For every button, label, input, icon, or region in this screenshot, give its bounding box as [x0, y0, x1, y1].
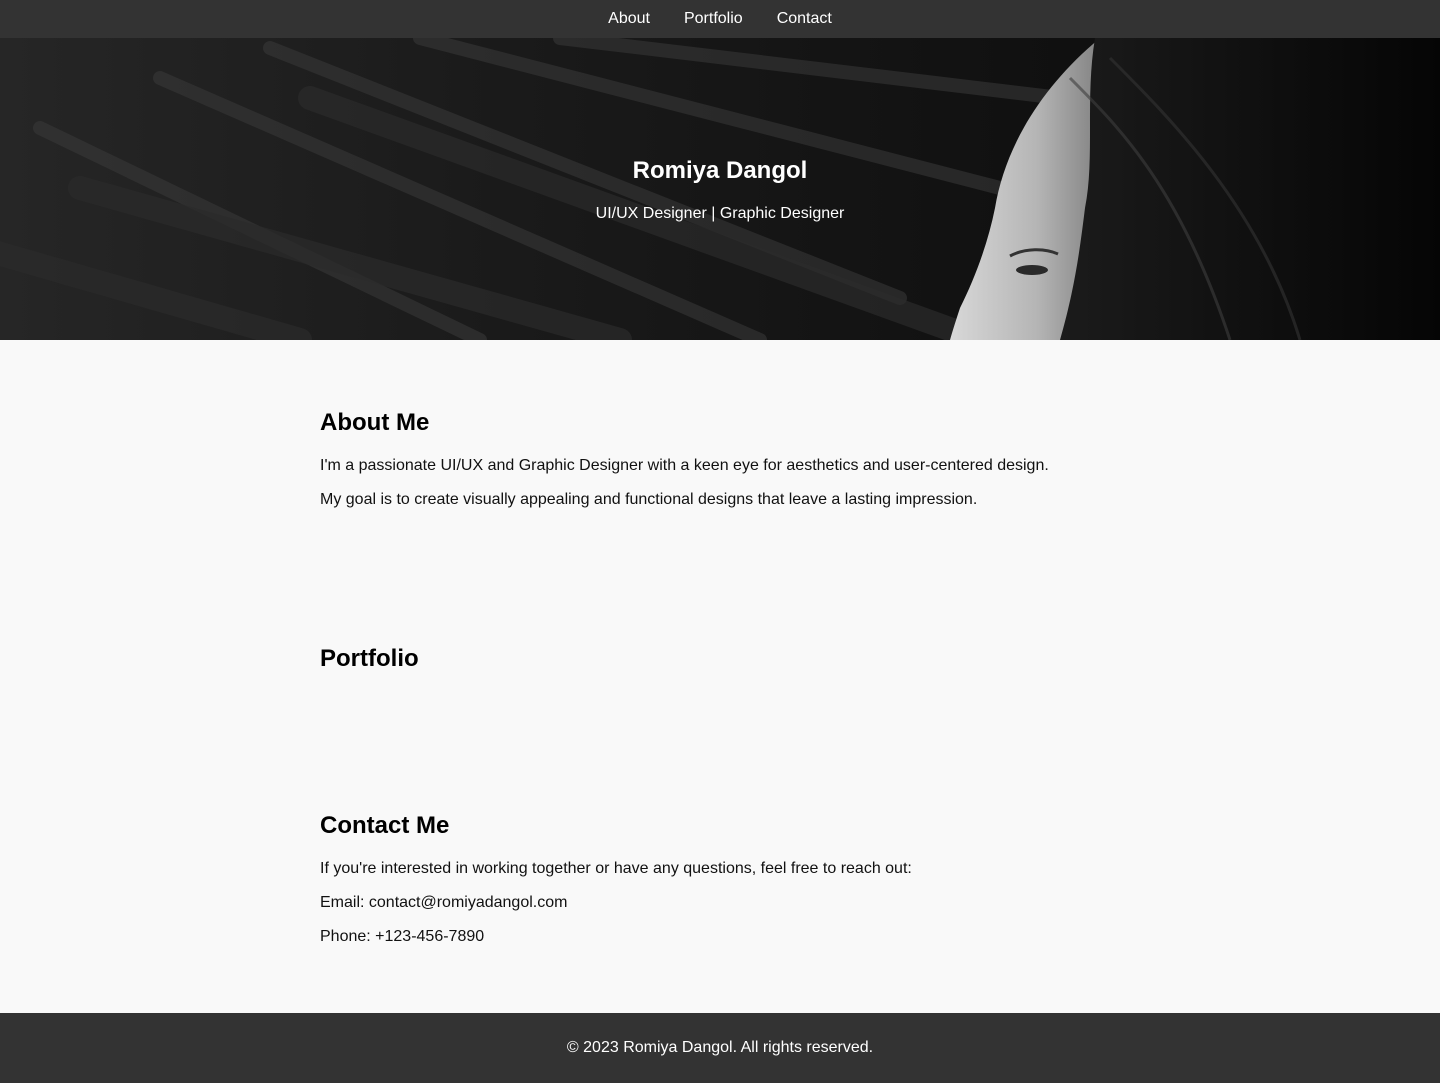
hero-subtitle: UI/UX Designer | Graphic Designer	[595, 205, 845, 222]
contact-heading: Contact Me	[320, 812, 450, 839]
page-footer: © 2023 Romiya Dangol. All rights reserve…	[0, 1013, 1440, 1083]
nav-link-portfolio[interactable]: Portfolio	[684, 10, 743, 28]
top-navbar: About Portfolio Contact	[0, 0, 1440, 38]
contact-phone: Phone: +123-456-7890	[320, 928, 485, 945]
portfolio-heading: Portfolio	[320, 645, 419, 672]
contact-email: Email: contact@romiyadangol.com	[320, 894, 568, 911]
hero-title: Romiya Dangol	[632, 157, 808, 184]
about-paragraph-1: I'm a passionate UI/UX and Graphic Desig…	[320, 457, 1049, 474]
nav-link-about[interactable]: About	[608, 10, 650, 28]
nav-link-contact[interactable]: Contact	[777, 10, 832, 28]
footer-copyright: © 2023 Romiya Dangol. All rights reserve…	[566, 1039, 874, 1056]
about-paragraph-2: My goal is to create visually appealing …	[320, 491, 978, 508]
hero-banner: Romiya Dangol UI/UX Designer | Graphic D…	[0, 38, 1440, 340]
contact-intro: If you're interested in working together…	[320, 860, 912, 877]
hero-background-image	[0, 38, 1440, 340]
about-heading: About Me	[320, 409, 430, 436]
